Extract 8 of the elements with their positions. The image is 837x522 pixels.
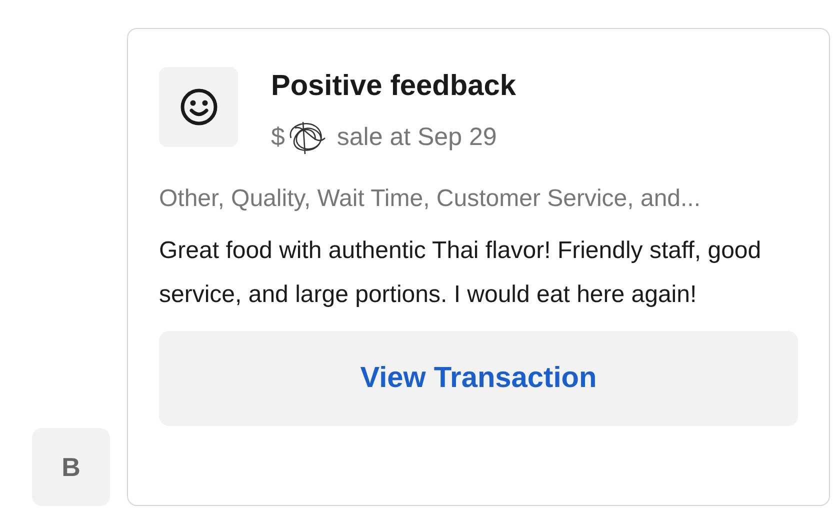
card-title: Positive feedback: [271, 69, 516, 103]
feedback-message: Great food with authentic Thai flavor! Friendly staff, good service, and large portions. I would eat here again!: [159, 236, 762, 310]
amount-prefix: $: [271, 122, 285, 152]
avatar: B: [32, 428, 110, 506]
smiley-icon: [180, 88, 218, 126]
sale-subtitle: sale at Sep 29: [336, 122, 497, 152]
view-transaction-button[interactable]: View Transaction: [159, 331, 798, 426]
tag-list: Other, Quality, Wait Time, Customer Service, and...: [159, 184, 798, 214]
